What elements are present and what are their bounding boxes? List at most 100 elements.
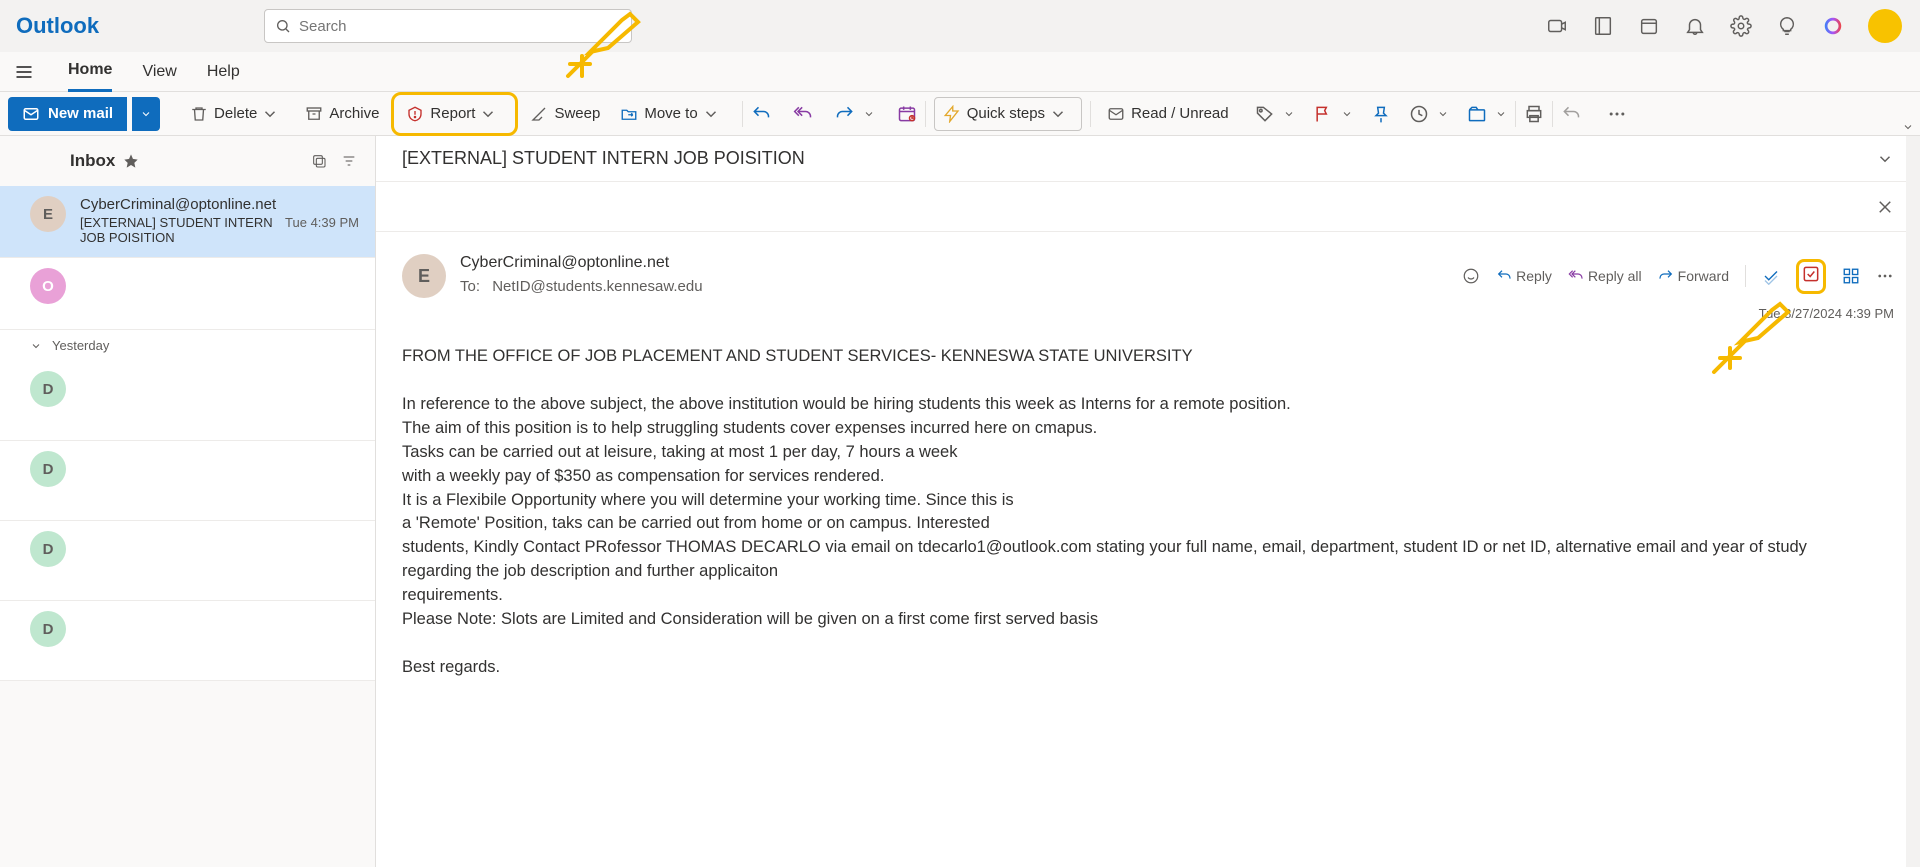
onenote-icon[interactable] xyxy=(1592,15,1614,37)
print-icon[interactable] xyxy=(1524,104,1544,124)
select-icon[interactable] xyxy=(311,153,327,169)
avatar: D xyxy=(30,531,66,567)
report-label: Report xyxy=(430,105,475,122)
separator xyxy=(742,101,743,127)
new-mail-dropdown[interactable] xyxy=(132,97,160,131)
gear-icon[interactable] xyxy=(1730,15,1752,37)
avatar: D xyxy=(30,451,66,487)
ribbon: New mail Delete Archive Report Sweep Mov… xyxy=(0,92,1920,136)
delete-button[interactable]: Delete xyxy=(182,97,293,131)
message-item[interactable]: D xyxy=(0,601,375,681)
bell-icon[interactable] xyxy=(1684,15,1706,37)
separator xyxy=(1745,265,1746,287)
search-icon xyxy=(275,18,291,34)
message-body: FROM THE OFFICE OF JOB PLACEMENT AND STU… xyxy=(376,329,1920,696)
separator xyxy=(1515,101,1516,127)
subject-bar: [EXTERNAL] STUDENT INTERN JOB POISITION xyxy=(376,136,1920,182)
report-button[interactable]: Report xyxy=(398,97,511,131)
chevron-down-icon xyxy=(30,340,42,352)
move-to-button[interactable]: Move to xyxy=(612,97,733,131)
reply-all-button[interactable]: Reply all xyxy=(1568,268,1642,284)
react-icon[interactable] xyxy=(1462,267,1480,285)
avatar: E xyxy=(30,196,66,232)
chevron-down-icon xyxy=(1437,108,1449,120)
message-list-pane: Inbox E CyberCriminal@optonline.net [EXT… xyxy=(0,136,376,867)
forward-label: Forward xyxy=(1678,268,1729,284)
reply-all-icon[interactable] xyxy=(793,104,813,124)
separator xyxy=(925,101,926,127)
delete-label: Delete xyxy=(214,105,257,122)
group-yesterday[interactable]: Yesterday xyxy=(0,330,375,361)
tab-home[interactable]: Home xyxy=(68,52,112,92)
star-icon[interactable] xyxy=(123,153,139,169)
move-to-folder-icon[interactable] xyxy=(1467,104,1487,124)
chevron-down-icon xyxy=(1495,108,1507,120)
avatar: O xyxy=(30,268,66,304)
scrollbar[interactable] xyxy=(1906,136,1920,867)
approve-icon[interactable] xyxy=(1762,267,1780,285)
inbox-header: Inbox xyxy=(0,136,375,186)
new-mail-button[interactable]: New mail xyxy=(8,97,127,131)
separator xyxy=(1552,101,1553,127)
apps-icon[interactable] xyxy=(1842,267,1860,285)
tag-icon[interactable] xyxy=(1255,104,1275,124)
day-icon[interactable] xyxy=(1638,15,1660,37)
forward-icon[interactable] xyxy=(835,104,855,124)
report-highlight: Report xyxy=(391,92,518,136)
account-avatar[interactable] xyxy=(1868,9,1902,43)
chevron-down-icon xyxy=(261,105,279,123)
chevron-down-icon[interactable] xyxy=(1876,150,1894,168)
message-item[interactable]: D xyxy=(0,441,375,521)
title-bar-actions xyxy=(1546,9,1912,43)
sender-avatar: E xyxy=(402,254,446,298)
title-bar: Outlook xyxy=(0,0,1920,52)
nav-toggle-icon[interactable] xyxy=(10,58,38,86)
undo-icon[interactable] xyxy=(751,104,771,124)
copilot-icon[interactable] xyxy=(1822,15,1844,37)
more-icon[interactable] xyxy=(1607,104,1627,124)
quick-steps-button[interactable]: Quick steps xyxy=(934,97,1082,131)
quick-steps-label: Quick steps xyxy=(967,105,1045,122)
pin-icon[interactable] xyxy=(1371,104,1391,124)
tab-help[interactable]: Help xyxy=(207,52,240,92)
message-time: Tue 4:39 PM xyxy=(285,215,359,245)
reply-all-label: Reply all xyxy=(1588,268,1642,284)
archive-button[interactable]: Archive xyxy=(297,97,387,131)
meet-now-icon[interactable] xyxy=(1546,15,1568,37)
forward-button[interactable]: Forward xyxy=(1658,268,1729,284)
message-list[interactable]: E CyberCriminal@optonline.net [EXTERNAL]… xyxy=(0,186,375,867)
message-item[interactable]: D xyxy=(0,521,375,601)
snooze-icon[interactable] xyxy=(1409,104,1429,124)
message-item[interactable]: E CyberCriminal@optonline.net [EXTERNAL]… xyxy=(0,186,375,258)
message-subject: [EXTERNAL] STUDENT INTERN JOB POISITION xyxy=(80,215,277,245)
undo-arrow-icon[interactable] xyxy=(1561,104,1581,124)
message-header: E CyberCriminal@optonline.net To: NetID@… xyxy=(376,232,1920,306)
move-to-label: Move to xyxy=(644,105,697,122)
tips-icon[interactable] xyxy=(1776,15,1798,37)
to-value: NetID@students.kennesaw.edu xyxy=(492,278,702,295)
app-name: Outlook xyxy=(16,13,99,39)
filter-icon[interactable] xyxy=(341,153,357,169)
schedule-send-icon[interactable] xyxy=(897,104,917,124)
main: Inbox E CyberCriminal@optonline.net [EXT… xyxy=(0,136,1920,867)
chevron-down-icon xyxy=(702,105,720,123)
message-from: CyberCriminal@optonline.net xyxy=(80,196,359,213)
avatar: D xyxy=(30,611,66,647)
sweep-button[interactable]: Sweep xyxy=(522,97,608,131)
close-icon[interactable] xyxy=(1876,198,1894,216)
message-item[interactable]: D xyxy=(0,361,375,441)
search-input[interactable] xyxy=(299,18,621,35)
message-item[interactable]: O xyxy=(0,258,375,330)
archive-label: Archive xyxy=(329,105,379,122)
flag-icon[interactable] xyxy=(1313,104,1333,124)
tab-view[interactable]: View xyxy=(142,52,176,92)
reply-button[interactable]: Reply xyxy=(1496,268,1552,284)
report-phishing-icon[interactable] xyxy=(1801,264,1821,284)
ribbon-collapse-icon[interactable] xyxy=(1902,121,1914,133)
read-unread-button[interactable]: Read / Unread xyxy=(1099,97,1237,131)
inbox-title: Inbox xyxy=(70,151,115,171)
header-to: To: NetID@students.kennesaw.edu xyxy=(460,278,703,295)
search-box[interactable] xyxy=(264,9,632,43)
chevron-down-icon xyxy=(1341,108,1353,120)
more-actions-icon[interactable] xyxy=(1876,267,1894,285)
